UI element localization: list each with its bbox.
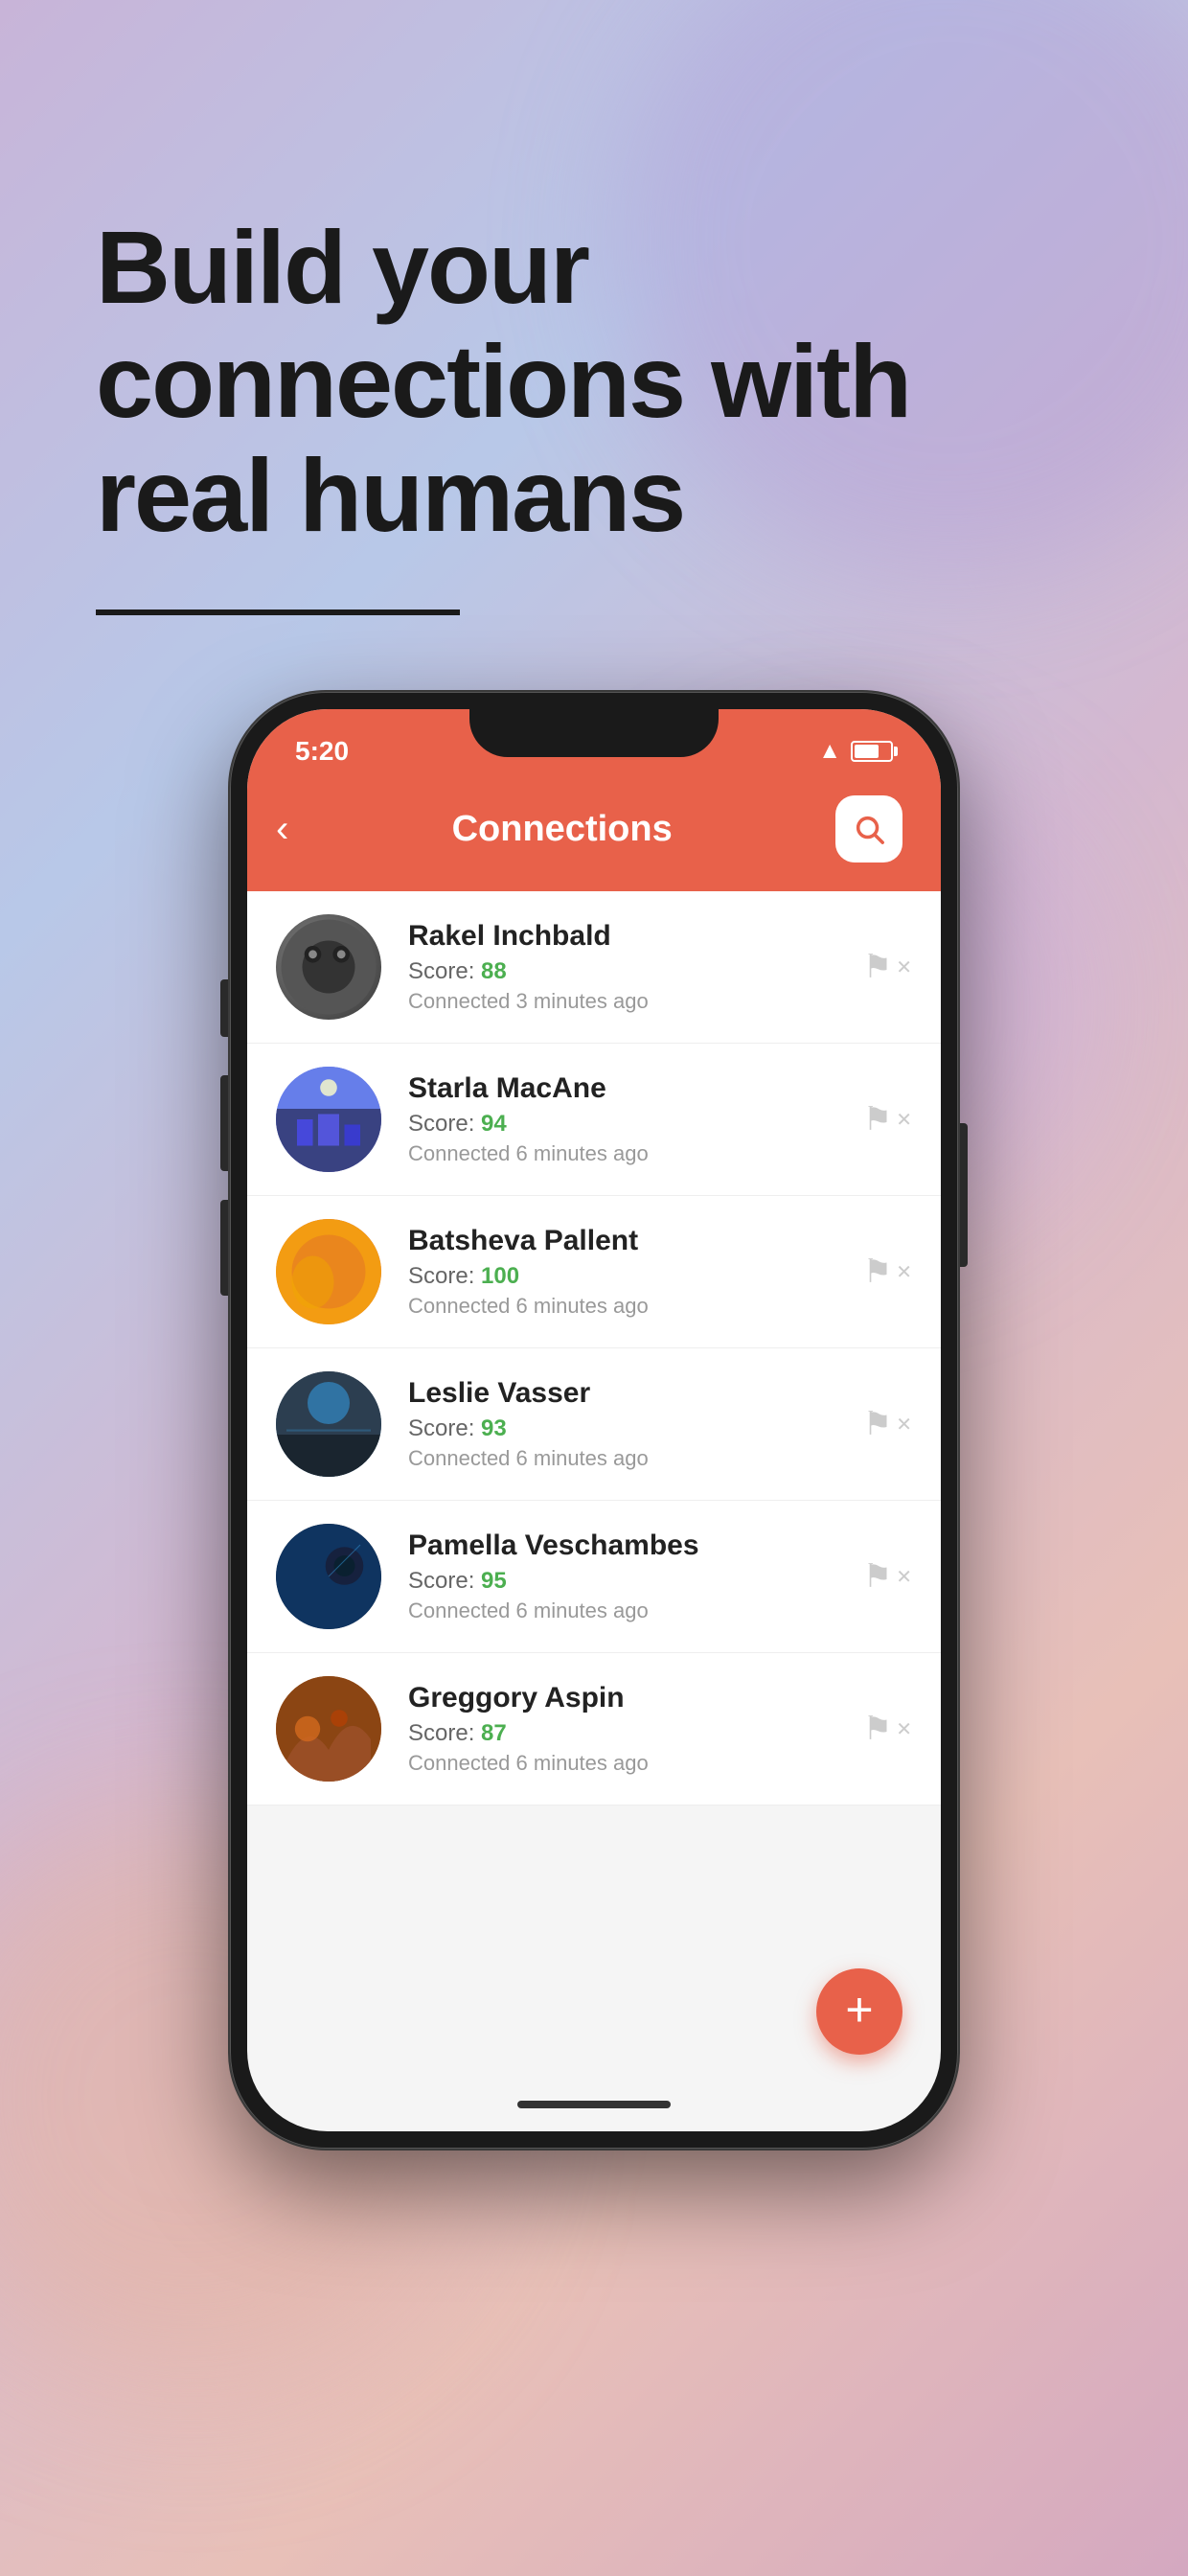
connection-name: Rakel Inchbald bbox=[408, 920, 863, 953]
wifi-icon: ▲ bbox=[818, 738, 841, 765]
connection-name: Leslie Vasser bbox=[408, 1377, 863, 1410]
avatar bbox=[276, 1524, 381, 1629]
flag-button[interactable]: ⚑ ✕ bbox=[863, 1557, 912, 1596]
phone-frame: 5:20 ▲ ‹ Connections bbox=[230, 692, 958, 2149]
connection-info: Batsheva Pallent Score: 100 Connected 6 … bbox=[408, 1225, 863, 1319]
hero-title: Build your connections with real humans bbox=[96, 211, 1092, 552]
phone-screen: 5:20 ▲ ‹ Connections bbox=[247, 709, 941, 2131]
flag-icon: ⚑ bbox=[863, 1100, 892, 1138]
avatar bbox=[276, 914, 381, 1020]
list-item[interactable]: Starla MacAne Score: 94 Connected 6 minu… bbox=[247, 1044, 941, 1196]
app-header: ‹ Connections bbox=[247, 776, 941, 891]
list-item[interactable]: Pamella Veschambes Score: 95 Connected 6… bbox=[247, 1501, 941, 1653]
connection-time: Connected 6 minutes ago bbox=[408, 1598, 863, 1623]
page-content: Build your connections with real humans … bbox=[0, 0, 1188, 2149]
screen-title: Connections bbox=[452, 809, 673, 850]
connection-time: Connected 6 minutes ago bbox=[408, 1141, 863, 1166]
home-indicator bbox=[517, 2101, 671, 2108]
list-item[interactable]: Rakel Inchbald Score: 88 Connected 3 min… bbox=[247, 891, 941, 1044]
flag-button[interactable]: ⚑ ✕ bbox=[863, 1100, 912, 1138]
connection-score: Score: 95 bbox=[408, 1568, 863, 1595]
connection-score: Score: 87 bbox=[408, 1720, 863, 1747]
avatar bbox=[276, 1067, 381, 1172]
volume-up-button bbox=[220, 1075, 228, 1171]
remove-icon: ✕ bbox=[896, 1717, 912, 1741]
volume-down-button bbox=[220, 1200, 228, 1296]
divider bbox=[96, 610, 460, 615]
mute-button bbox=[220, 979, 228, 1037]
connection-score: Score: 94 bbox=[408, 1111, 863, 1138]
connection-score: Score: 100 bbox=[408, 1263, 863, 1290]
connection-info: Pamella Veschambes Score: 95 Connected 6… bbox=[408, 1530, 863, 1623]
connection-info: Rakel Inchbald Score: 88 Connected 3 min… bbox=[408, 920, 863, 1014]
connection-score: Score: 88 bbox=[408, 958, 863, 985]
connection-time: Connected 6 minutes ago bbox=[408, 1446, 863, 1471]
battery-fill bbox=[855, 745, 879, 758]
flag-icon: ⚑ bbox=[863, 1405, 892, 1443]
connection-name: Batsheva Pallent bbox=[408, 1225, 863, 1257]
avatar bbox=[276, 1676, 381, 1782]
flag-icon: ⚑ bbox=[863, 1710, 892, 1748]
flag-icon: ⚑ bbox=[863, 948, 892, 986]
remove-icon: ✕ bbox=[896, 1260, 912, 1284]
remove-icon: ✕ bbox=[896, 1108, 912, 1132]
remove-icon: ✕ bbox=[896, 1413, 912, 1437]
avatar bbox=[276, 1371, 381, 1477]
remove-icon: ✕ bbox=[896, 955, 912, 979]
connection-info: Starla MacAne Score: 94 Connected 6 minu… bbox=[408, 1072, 863, 1166]
status-time: 5:20 bbox=[295, 736, 349, 767]
list-item[interactable]: Greggory Aspin Score: 87 Connected 6 min… bbox=[247, 1653, 941, 1806]
flag-button[interactable]: ⚑ ✕ bbox=[863, 1253, 912, 1291]
phone-notch bbox=[469, 709, 719, 757]
flag-icon: ⚑ bbox=[863, 1253, 892, 1291]
avatar bbox=[276, 1219, 381, 1324]
list-item[interactable]: Leslie Vasser Score: 93 Connected 6 minu… bbox=[247, 1348, 941, 1501]
connection-time: Connected 6 minutes ago bbox=[408, 1751, 863, 1776]
connection-time: Connected 3 minutes ago bbox=[408, 989, 863, 1014]
connection-name: Greggory Aspin bbox=[408, 1682, 863, 1714]
connection-score: Score: 93 bbox=[408, 1415, 863, 1442]
connections-list: Rakel Inchbald Score: 88 Connected 3 min… bbox=[247, 891, 941, 1806]
list-item[interactable]: Batsheva Pallent Score: 100 Connected 6 … bbox=[247, 1196, 941, 1348]
add-connection-button[interactable]: + bbox=[816, 1968, 902, 2055]
connection-time: Connected 6 minutes ago bbox=[408, 1294, 863, 1319]
remove-icon: ✕ bbox=[896, 1565, 912, 1589]
plus-icon: + bbox=[845, 1986, 873, 2034]
flag-icon: ⚑ bbox=[863, 1557, 892, 1596]
power-button bbox=[960, 1123, 968, 1267]
back-button[interactable]: ‹ bbox=[276, 810, 288, 848]
connection-name: Starla MacAne bbox=[408, 1072, 863, 1105]
connection-name: Pamella Veschambes bbox=[408, 1530, 863, 1562]
flag-button[interactable]: ⚑ ✕ bbox=[863, 1710, 912, 1748]
connection-info: Greggory Aspin Score: 87 Connected 6 min… bbox=[408, 1682, 863, 1776]
search-button[interactable] bbox=[835, 795, 902, 862]
flag-button[interactable]: ⚑ ✕ bbox=[863, 1405, 912, 1443]
status-icons: ▲ bbox=[818, 738, 893, 765]
phone-mockup: 5:20 ▲ ‹ Connections bbox=[96, 692, 1092, 2149]
battery-icon bbox=[851, 741, 893, 762]
flag-button[interactable]: ⚑ ✕ bbox=[863, 948, 912, 986]
connection-info: Leslie Vasser Score: 93 Connected 6 minu… bbox=[408, 1377, 863, 1471]
